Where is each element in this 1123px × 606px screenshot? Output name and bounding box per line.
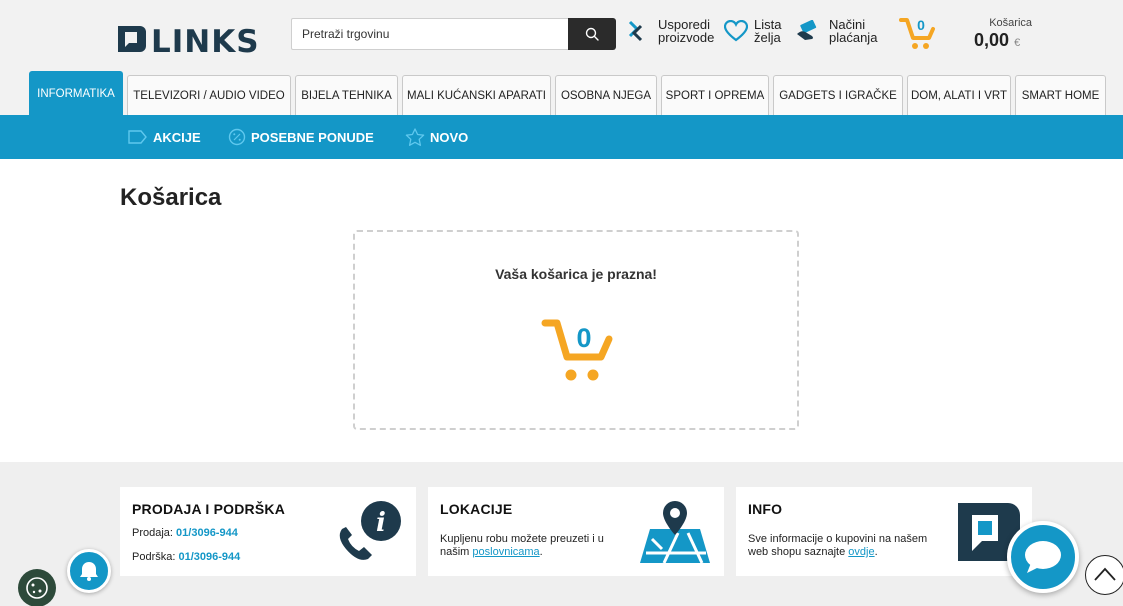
category-tabs: INFORMATIKA TELEVIZORI / AUDIO VIDEO BIJ…: [29, 71, 1106, 115]
logo-text: LINKS: [151, 24, 260, 56]
bell-icon: [80, 562, 98, 581]
info-title: INFO: [748, 501, 783, 517]
poslovnicama-link[interactable]: poslovnicama: [472, 546, 539, 558]
locations-line2-post: .: [539, 546, 543, 558]
page-title: Košarica: [120, 184, 222, 211]
footer-sales-support: PRODAJA I PODRŠKA Prodaja: 01/3096-944 P…: [120, 487, 416, 576]
promo-bar: AKCIJE POSEBNE PONUDE NOVO: [0, 115, 1123, 159]
tab-smart-home[interactable]: SMART HOME: [1015, 75, 1106, 115]
links-logo[interactable]: LINKS: [118, 22, 280, 60]
svg-text:i: i: [376, 508, 386, 538]
footer-info: INFO Sve informacije o kupovini na našem…: [736, 487, 1032, 576]
search-bar: [291, 18, 616, 50]
tab-osobna-njega[interactable]: OSOBNA NJEGA: [555, 75, 657, 115]
phone-info-icon: i: [339, 501, 401, 560]
info-line2-post: .: [874, 546, 878, 558]
empty-cart-count: 0: [576, 323, 591, 353]
header-cart-button[interactable]: 0: [898, 14, 940, 52]
tab-informatika[interactable]: INFORMATIKA: [29, 71, 123, 115]
cart-icon: 0: [899, 17, 935, 49]
empty-cart-box: Vaša košarica je prazna! 0: [353, 230, 799, 430]
locations-line2-pre: našim: [440, 546, 470, 558]
payments-label-2: plaćanja: [829, 30, 878, 45]
star-icon: [405, 128, 425, 146]
locations-line-1: Kupljenu robu možete preuzeti i u: [440, 533, 604, 545]
compare-products-link[interactable]: Usporedi proizvode: [626, 18, 714, 44]
search-input[interactable]: [291, 18, 568, 50]
wishlist-label-2: želja: [754, 30, 781, 45]
cart-amount: 0,00: [974, 30, 1010, 50]
cart-amount-wrap: 0,00 €: [974, 30, 1032, 51]
map-location-icon: [640, 501, 710, 564]
cart-total[interactable]: Košarica 0,00 €: [974, 17, 1032, 51]
tab-bijela-tehnika[interactable]: BIJELA TEHNIKA: [295, 75, 398, 115]
ovdje-link[interactable]: ovdje: [848, 546, 874, 558]
support-phone-link[interactable]: 01/3096-944: [178, 551, 240, 563]
info-line-2: web shopu saznajte ovdje.: [748, 546, 878, 558]
promo-novo-label: NOVO: [430, 129, 469, 145]
tab-sport[interactable]: SPORT I OPREMA: [661, 75, 769, 115]
sales-phone-link[interactable]: 01/3096-944: [176, 527, 238, 539]
sales-line: Prodaja: 01/3096-944: [132, 527, 238, 539]
tab-gadgets[interactable]: GADGETS I IGRAČKE: [773, 75, 903, 115]
tab-televizori[interactable]: TELEVIZORI / AUDIO VIDEO: [127, 75, 291, 115]
payment-methods-link[interactable]: Načini plaćanja: [795, 18, 877, 44]
empty-cart-icon: 0: [540, 313, 618, 385]
chat-bubble-icon: [1025, 541, 1061, 573]
tab-dom-alati[interactable]: DOM, ALATI I VRT: [907, 75, 1011, 115]
promo-posebne-ponude[interactable]: POSEBNE PONUDE: [228, 115, 374, 159]
info-line2-pre: web shopu saznajte: [748, 546, 846, 558]
cart-label: Košarica: [989, 17, 1032, 29]
notifications-button[interactable]: [67, 549, 111, 593]
footer: PRODAJA I PODRŠKA Prodaja: 01/3096-944 P…: [0, 462, 1123, 606]
compare-icon: [628, 20, 643, 42]
scroll-to-top-button[interactable]: [1085, 555, 1123, 595]
info-line-1: Sve informacije o kupovini na našem: [748, 533, 928, 545]
promo-posebne-label: POSEBNE PONUDE: [251, 129, 374, 145]
site-header: LINKS Usporedi proizvode Lista želja: [0, 0, 1123, 115]
locations-title: LOKACIJE: [440, 501, 513, 517]
tag-icon: [128, 130, 147, 144]
cookie-icon: [26, 577, 48, 599]
compare-label-2: proizvode: [658, 30, 715, 45]
promo-novo[interactable]: NOVO: [405, 115, 468, 159]
empty-cart-message: Vaša košarica je prazna!: [495, 266, 657, 282]
percent-icon: [228, 128, 246, 146]
footer-locations: LOKACIJE Kupljenu robu možete preuzeti i…: [428, 487, 724, 576]
search-button[interactable]: [568, 18, 616, 50]
support-label: Podrška:: [132, 551, 176, 563]
cookie-settings-button[interactable]: [18, 569, 56, 606]
promo-akcije-label: AKCIJE: [153, 129, 201, 145]
chevron-up-icon: [1094, 567, 1116, 581]
search-icon: [585, 27, 599, 41]
header-cart-count: 0: [917, 17, 925, 33]
tab-mali-kucanski[interactable]: MALI KUĆANSKI APARATI: [402, 75, 551, 115]
sales-support-title: PRODAJA I PODRŠKA: [132, 501, 286, 517]
heart-icon: [724, 20, 748, 42]
sales-label: Prodaja:: [132, 527, 173, 539]
support-line: Podrška: 01/3096-944: [132, 551, 240, 563]
locations-line-2: našim poslovnicama.: [440, 546, 543, 558]
promo-akcije[interactable]: AKCIJE: [128, 115, 201, 159]
cart-currency: €: [1014, 37, 1021, 49]
payment-icon: [797, 20, 817, 40]
wishlist-link[interactable]: Lista želja: [724, 18, 781, 44]
live-chat-button[interactable]: [1007, 521, 1079, 593]
